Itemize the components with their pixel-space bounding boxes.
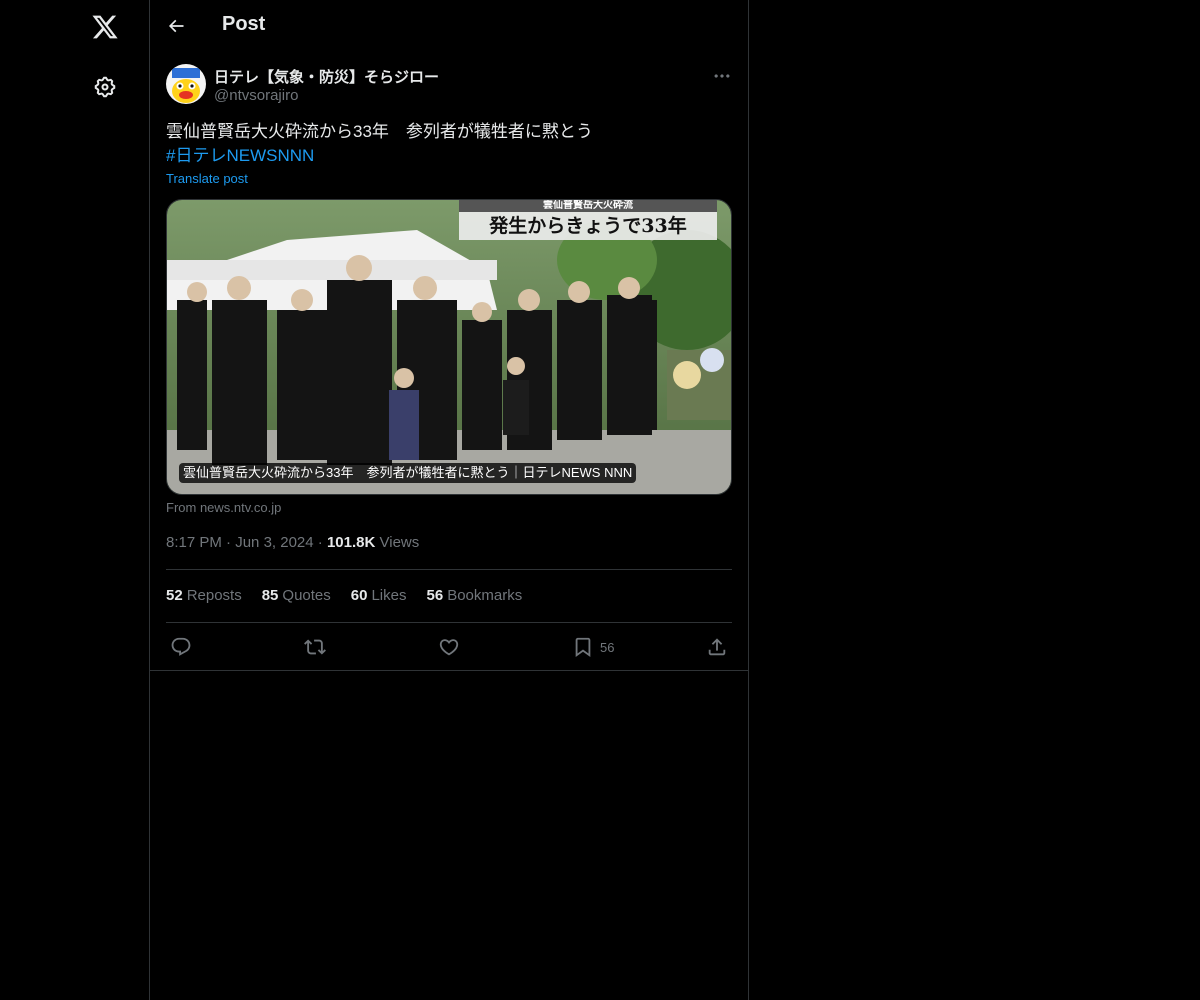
banner-top-text: 雲仙普賢岳大火砕流 <box>459 200 717 212</box>
views-label: Views <box>379 534 420 551</box>
post-text: 雲仙普賢岳大火砕流から33年 参列者が犠牲者に黙とう #日テレNEWSNNN <box>166 120 732 168</box>
likes-label: Likes <box>371 587 407 604</box>
x-logo-icon[interactable] <box>83 5 127 49</box>
author-handle[interactable]: @ntvsorajiro <box>214 87 298 104</box>
more-options-icon[interactable] <box>710 66 734 86</box>
reposts-count: 52 <box>166 587 183 604</box>
divider <box>166 622 732 623</box>
bookmark-count: 56 <box>600 639 615 655</box>
quotes-count: 85 <box>261 587 279 604</box>
news-banner: 雲仙普賢岳大火砕流 発生からきょうで33年 <box>459 200 717 240</box>
share-button[interactable] <box>706 635 728 659</box>
bookmarks-count: 56 <box>426 587 444 604</box>
quotes-stat[interactable]: 85 Quotes <box>262 587 331 604</box>
bookmarks-stat: 56 Bookmarks <box>427 587 523 604</box>
repost-button[interactable] <box>304 635 326 659</box>
reply-button[interactable] <box>170 635 192 659</box>
quotes-label: Quotes <box>282 587 331 604</box>
divider <box>166 569 732 570</box>
reposts-label: Reposts <box>186 587 242 604</box>
like-button[interactable] <box>438 635 460 659</box>
meta-separator: · <box>317 534 327 551</box>
engagement-stats: 52 Reposts 85 Quotes 60 Likes 56 Bookmarks <box>166 587 522 604</box>
bookmark-icon <box>575 637 591 658</box>
likes-stat[interactable]: 60 Likes <box>351 587 407 604</box>
main-column: Post 日テレ【気象・防災】そらジロー @ntvsorajiro 雲仙普賢岳大… <box>150 0 749 1000</box>
post-meta: 8:17 PM · Jun 3, 2024 · 101.8K Views <box>166 534 419 551</box>
bookmark-button[interactable]: 56 <box>572 635 614 659</box>
avatar[interactable] <box>166 64 206 104</box>
media-caption: 雲仙普賢岳大火砕流から33年 参列者が犠牲者に黙とう｜日テレNEWS NNN <box>179 463 637 483</box>
translate-post-link[interactable]: Translate post <box>166 171 248 186</box>
reply-icon <box>171 637 191 656</box>
author-name[interactable]: 日テレ【気象・防災】そらジロー <box>214 66 439 87</box>
post-body-text: 雲仙普賢岳大火砕流から33年 参列者が犠牲者に黙とう <box>166 122 593 141</box>
views-count: 101.8K <box>326 534 376 551</box>
post-media-image[interactable]: 雲仙普賢岳大火砕流 発生からきょうで33年 雲仙普賢岳大火砕流から33年 参列者… <box>166 199 732 495</box>
banner-main-text: 発生からきょうで33年 <box>489 215 687 237</box>
divider <box>150 670 748 671</box>
page-title: Post <box>222 13 266 35</box>
likes-count: 60 <box>350 587 368 604</box>
post-actions: 56 <box>166 635 732 659</box>
memorial-ceremony-photo <box>167 200 731 494</box>
left-navigation <box>0 0 150 1000</box>
link-source[interactable]: From news.ntv.co.jp <box>166 500 281 515</box>
gear-icon[interactable] <box>83 65 127 109</box>
post-time[interactable]: 8:17 PM <box>166 534 222 551</box>
bookmarks-label: Bookmarks <box>447 587 523 604</box>
reposts-stat[interactable]: 52 Reposts <box>166 587 242 604</box>
heart-icon <box>439 639 459 656</box>
post-date[interactable]: Jun 3, 2024 <box>235 534 313 551</box>
share-icon <box>708 638 726 656</box>
meta-separator: · <box>226 534 236 551</box>
back-arrow-icon[interactable] <box>158 8 194 44</box>
page-header: Post <box>150 0 748 53</box>
repost-icon <box>304 639 326 655</box>
hashtag-link[interactable]: #日テレNEWSNNN <box>166 144 732 168</box>
